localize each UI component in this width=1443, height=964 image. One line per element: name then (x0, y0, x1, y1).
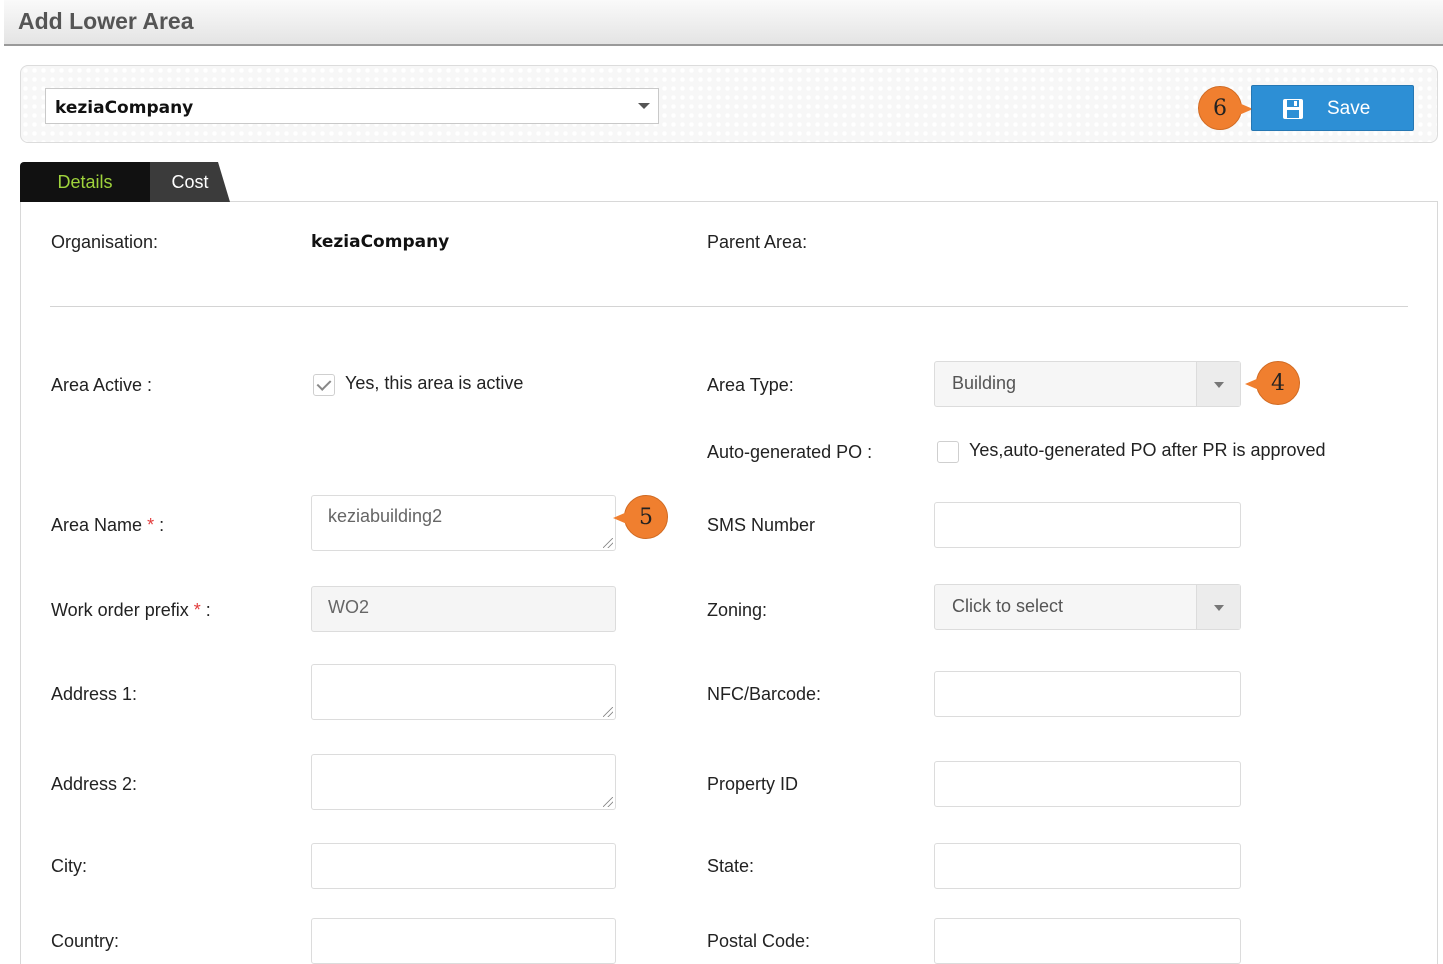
callout-marker: 4 (1245, 361, 1300, 405)
organisation-label: Organisation: (51, 232, 159, 252)
organisation-select-value: keziaCompany (55, 98, 194, 118)
floppy-disk-icon (1282, 98, 1304, 125)
page-header: Add Lower Area (4, 0, 1443, 46)
city-input[interactable] (311, 843, 616, 889)
parent-area-label: Parent Area: (707, 232, 808, 252)
zoning-label: Zoning: (707, 600, 768, 620)
toolbar: keziaCompany 6 Save (20, 65, 1438, 143)
wo-prefix-label: Work order prefix * : (51, 600, 211, 620)
zoning-value: Click to select (952, 596, 1064, 616)
caret-down-icon (638, 103, 650, 109)
address1-textarea[interactable] (311, 664, 616, 720)
auto-po-text: Yes,auto-generated PO after PR is approv… (969, 440, 1326, 460)
property-id-label: Property ID (707, 774, 799, 794)
area-active-checkbox[interactable] (313, 374, 335, 396)
area-type-value: Building (952, 373, 1017, 393)
area-active-text: Yes, this area is active (345, 373, 524, 393)
area-name-label: Area Name * : (51, 515, 165, 535)
postal-code-input[interactable] (934, 918, 1241, 964)
area-type-select[interactable]: Building (934, 361, 1241, 407)
property-id-input[interactable] (934, 761, 1241, 807)
address1-label: Address 1: (51, 684, 138, 704)
callout-marker: 6 (1198, 86, 1253, 130)
sms-number-input[interactable] (934, 502, 1241, 548)
country-label: Country: (51, 931, 120, 951)
tab-details[interactable]: Details (20, 162, 150, 202)
address2-textarea[interactable] (311, 754, 616, 810)
page-title: Add Lower Area (18, 8, 194, 34)
resize-handle-icon[interactable] (603, 538, 613, 548)
country-input[interactable] (311, 918, 616, 964)
tab-bar: Details Cost (20, 162, 260, 202)
resize-handle-icon[interactable] (603, 707, 613, 717)
caret-down-icon[interactable] (1196, 585, 1240, 629)
sms-number-label: SMS Number (707, 515, 816, 535)
wo-prefix-input[interactable]: WO2 (311, 586, 616, 632)
auto-po-checkbox[interactable] (937, 441, 959, 463)
zoning-select[interactable]: Click to select (934, 584, 1241, 630)
section-divider (50, 306, 1408, 307)
callout-marker: 5 (613, 495, 668, 539)
caret-down-icon[interactable] (1196, 362, 1240, 406)
postal-code-label: Postal Code: (707, 931, 811, 951)
save-button-label: Save (1327, 98, 1371, 119)
state-input[interactable] (934, 843, 1241, 889)
resize-handle-icon[interactable] (603, 797, 613, 807)
address2-label: Address 2: (51, 774, 138, 794)
state-label: State: (707, 856, 755, 876)
city-label: City: (51, 856, 87, 876)
area-name-textarea[interactable]: keziabuilding2 (311, 495, 616, 551)
area-active-label: Area Active : (51, 375, 153, 395)
nfc-barcode-label: NFC/Barcode: (707, 684, 822, 704)
area-name-value: keziabuilding2 (328, 506, 443, 526)
area-type-label: Area Type: (707, 375, 794, 395)
organisation-select[interactable]: keziaCompany (45, 88, 659, 124)
save-button[interactable]: Save (1251, 85, 1414, 131)
auto-po-label: Auto-generated PO : (707, 442, 873, 462)
organisation-value: keziaCompany (311, 232, 450, 252)
nfc-barcode-input[interactable] (934, 671, 1241, 717)
